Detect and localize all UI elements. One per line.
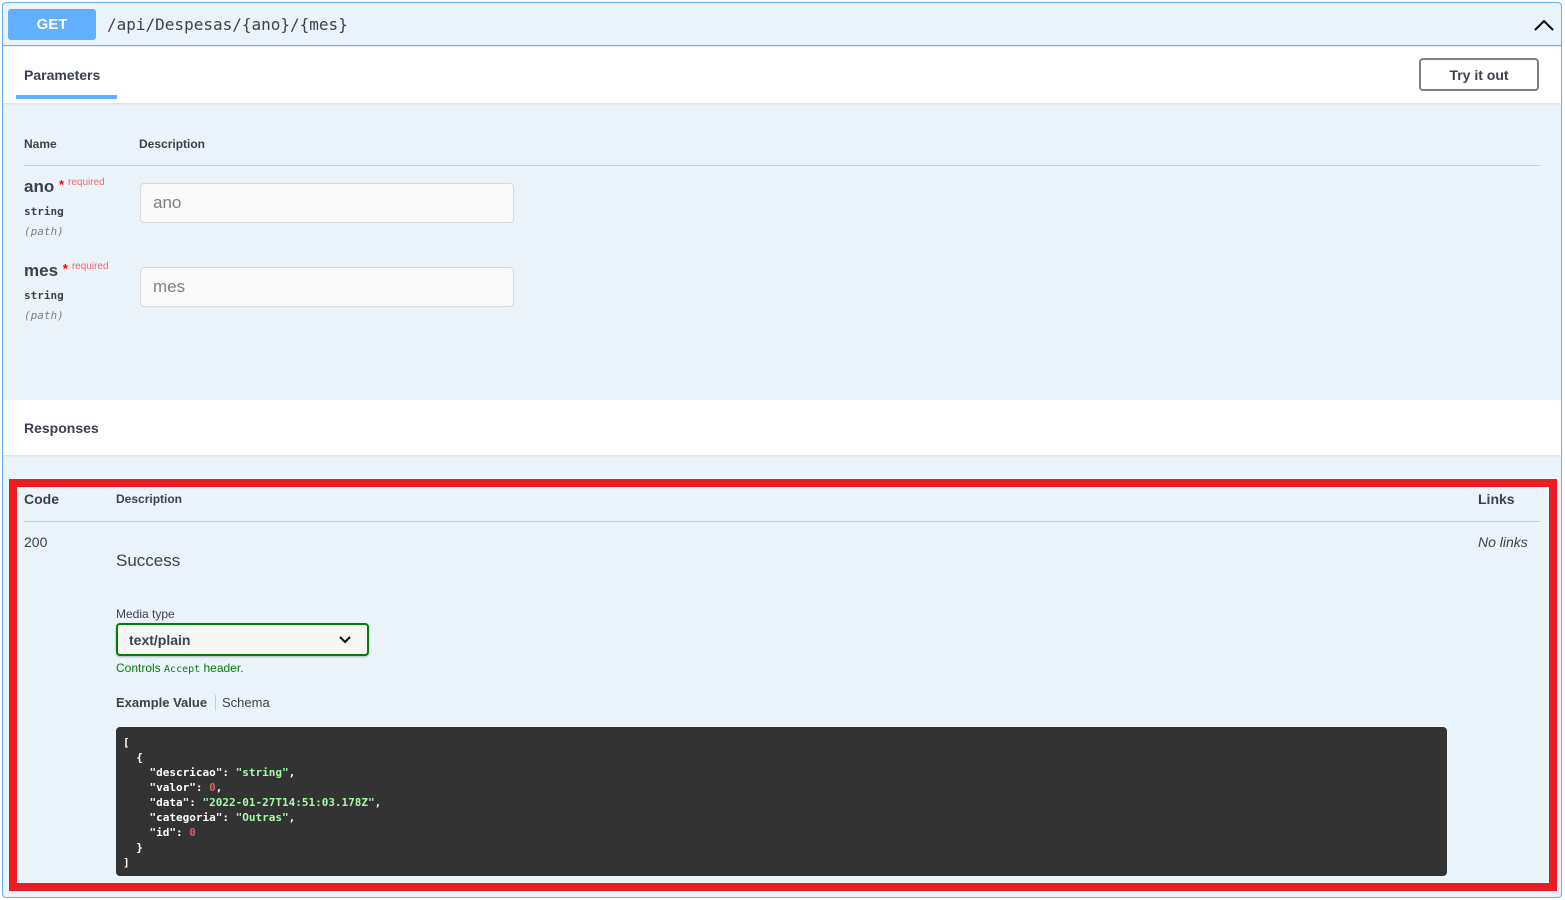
responses-header: Responses — [3, 400, 1561, 455]
param-type: string — [24, 205, 64, 218]
divider — [24, 165, 1540, 166]
param-name: ano — [24, 177, 55, 196]
chevron-up-icon[interactable] — [1533, 15, 1555, 35]
param-name-mes: mes * required — [24, 261, 109, 281]
param-name: mes — [24, 261, 59, 280]
param-in: (path) — [24, 225, 64, 238]
param-header-description: Description — [139, 137, 206, 151]
method-badge: GET — [8, 9, 96, 40]
required-asterisk: * — [58, 177, 65, 192]
param-name-ano: ano * required — [24, 177, 105, 197]
try-it-out-button[interactable]: Try it out — [1419, 58, 1539, 91]
responses-title: Responses — [24, 420, 99, 436]
required-label: required — [68, 177, 105, 188]
ano-input[interactable] — [140, 183, 514, 223]
endpoint-summary[interactable]: GET /api/Despesas/{ano}/{mes} — [3, 3, 1561, 46]
required-label: required — [71, 261, 109, 272]
param-header-name: Name — [24, 137, 57, 151]
tab-parameters[interactable]: Parameters — [16, 47, 117, 99]
param-in: (path) — [24, 309, 64, 322]
mes-input[interactable] — [140, 267, 514, 307]
endpoint-path: /api/Despesas/{ano}/{mes} — [107, 15, 348, 34]
tab-bar: Parameters Try it out — [3, 47, 1561, 103]
param-type: string — [24, 289, 64, 302]
required-asterisk: * — [62, 261, 68, 276]
highlight-box — [9, 479, 1557, 891]
